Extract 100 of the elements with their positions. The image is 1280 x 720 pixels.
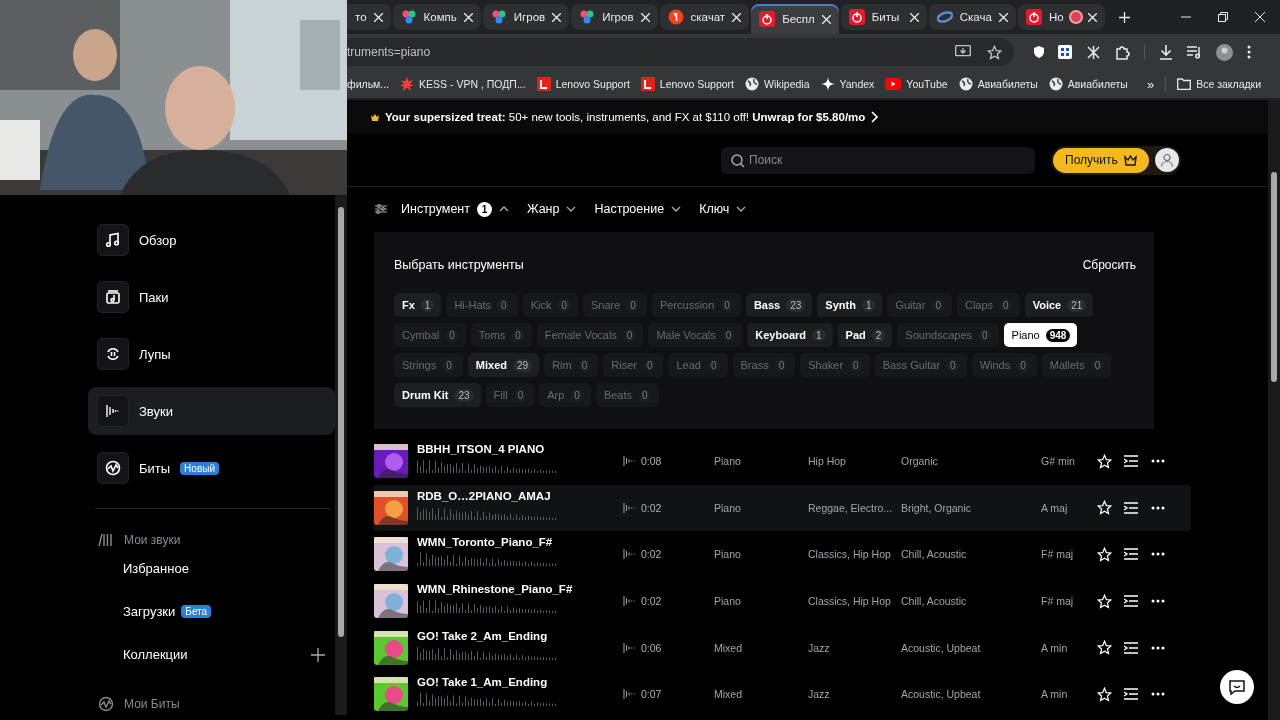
search-field[interactable]: Поиск [721, 146, 1035, 174]
waveform-icon[interactable] [623, 641, 635, 654]
browser-tab[interactable]: Скача [928, 4, 1016, 30]
instrument-chip[interactable]: Mixed 29 [467, 353, 540, 377]
waveform-icon[interactable] [623, 501, 635, 514]
browser-tab[interactable]: Биты [840, 4, 927, 30]
close-icon[interactable] [1255, 12, 1265, 22]
browser-tab[interactable]: Компь [392, 4, 481, 30]
close-icon[interactable] [732, 12, 742, 22]
filter-dropdown[interactable]: Настроение [594, 202, 682, 216]
add-icon[interactable] [311, 647, 325, 662]
queue-icon[interactable] [1124, 595, 1138, 608]
queue-icon[interactable] [1124, 641, 1138, 654]
browser-tab[interactable]: Игров [482, 4, 570, 30]
more-bookmarks-button[interactable]: » [1146, 76, 1155, 92]
section-title[interactable]: Мои звуки [0, 533, 181, 547]
waveform-icon[interactable] [623, 455, 635, 468]
instrument-chip[interactable]: Synth 1 [817, 293, 883, 317]
scrollbar[interactable] [335, 195, 347, 715]
close-icon[interactable] [373, 12, 383, 22]
extension-icon[interactable] [1086, 44, 1101, 60]
bookmark[interactable]: фильм... [347, 78, 390, 90]
sample-name[interactable]: WMN_Toronto_Piano_F# [417, 536, 623, 549]
sample-row[interactable]: GO! Take 1_Am_Ending 0:07 Mixed Jazz Acoustic, Upbeat A min [373, 670, 1191, 718]
queue-icon[interactable] [1124, 501, 1138, 514]
sample-name[interactable]: GO! Take 1_Am_Ending [417, 676, 623, 689]
waveform-icon[interactable] [623, 688, 635, 701]
queue-icon[interactable] [1124, 548, 1138, 561]
section-title[interactable]: Мои Биты [0, 696, 180, 712]
instrument-chip[interactable]: Fx 1 [394, 293, 442, 317]
puzzle-icon[interactable] [1115, 44, 1130, 60]
sample-name[interactable]: BBHH_ITSON_4 PIANO [417, 443, 623, 456]
new-tab-icon[interactable] [1118, 11, 1130, 23]
more-icon[interactable] [1151, 459, 1165, 464]
bookmark[interactable]: Все закладки [1177, 78, 1262, 90]
reset-button[interactable]: Сбросить [1082, 258, 1136, 272]
sidebar-item[interactable]: Паки [88, 273, 335, 321]
filter-dropdown[interactable]: Инструмент 1 [401, 201, 509, 217]
queue-icon[interactable] [1124, 688, 1138, 701]
filter-dropdown[interactable]: Жанр [526, 202, 577, 216]
instrument-chip[interactable]: Piano 948 [1003, 323, 1078, 347]
browser-tab[interactable]: скачат [659, 4, 750, 30]
close-icon[interactable] [821, 14, 831, 24]
shield-icon[interactable] [1034, 46, 1044, 58]
waveform-icon[interactable] [623, 595, 635, 608]
browser-tab[interactable]: Беспл [751, 4, 839, 34]
browser-tab[interactable]: Игров [571, 4, 658, 30]
instrument-chip[interactable]: Keyboard 1 [747, 323, 833, 347]
more-icon[interactable] [1151, 692, 1165, 697]
extension-icon[interactable] [1058, 45, 1072, 59]
bookmark[interactable]: Wikipedia [745, 77, 810, 91]
close-icon[interactable] [463, 12, 473, 22]
queue-icon[interactable] [1124, 455, 1138, 468]
profile-icon[interactable] [1216, 43, 1233, 61]
avatar[interactable] [1154, 148, 1179, 172]
bookmark[interactable]: Yandex [820, 77, 875, 91]
menu-icon[interactable] [1247, 45, 1251, 59]
chat-button[interactable] [1220, 670, 1254, 704]
sample-row[interactable]: WMN_Toronto_Piano_F# 0:02 Piano Classics, Hip Hop Chill, Acoustic F# maj [373, 531, 1191, 578]
chevron-right-icon[interactable] [871, 111, 879, 123]
sample-name[interactable]: RDB_O…2PIANO_AMAJ [417, 489, 623, 502]
instrument-chip[interactable]: Bass 23 [745, 293, 813, 317]
waveform-icon[interactable] [623, 548, 635, 561]
bookmark[interactable]: Авиабилеты [1048, 77, 1128, 91]
sample-row[interactable]: RDB_O…2PIANO_AMAJ 0:02 Piano Reggae, Electro... Bright, Organic A maj [373, 484, 1191, 532]
media-icon[interactable] [1187, 45, 1202, 59]
sample-row[interactable]: GO! Take 2_Am_Ending 0:06 Mixed Jazz Acoustic, Upbeat A min [373, 624, 1191, 671]
bookmark[interactable]: Lenovo Support [536, 77, 630, 91]
more-icon[interactable] [1151, 645, 1165, 650]
sidebar-item[interactable]: Обзор [88, 216, 335, 264]
promo-banner-text[interactable]: Your supersized treat: 50+ new tools, instruments, and FX at $110 off! Unwrap for $5.80/mo [385, 111, 866, 123]
close-icon[interactable] [998, 12, 1008, 22]
sidebar-item[interactable]: Звуки [88, 387, 335, 435]
instrument-chip[interactable]: Voice 21 [1024, 293, 1094, 317]
sample-row[interactable]: BBHH_ITSON_4 PIANO 0:08 Piano Hip Hop Organic G# min [373, 438, 1191, 485]
close-icon[interactable] [1087, 12, 1097, 22]
sample-name[interactable]: GO! Take 2_Am_Ending [417, 629, 623, 642]
scrollbar[interactable] [1268, 100, 1280, 720]
sample-row[interactable]: WMN_Rhinestone_Piano_F# 0:02 Piano Classics, Hip Hop Chill, Acoustic F# maj [373, 577, 1191, 625]
sidebar-item[interactable]: Загрузки Бета [0, 590, 325, 633]
sidebar-item[interactable]: Лупы [88, 330, 335, 378]
sidebar-item[interactable]: Коллекции [0, 633, 325, 676]
browser-tab[interactable]: то [347, 4, 391, 30]
more-icon[interactable] [1151, 505, 1165, 510]
star-icon[interactable] [987, 44, 1002, 60]
more-icon[interactable] [1151, 599, 1165, 604]
browser-tab[interactable]: Но [1017, 4, 1105, 30]
bookmark[interactable]: YouTube [885, 78, 948, 90]
restore-icon[interactable] [1218, 12, 1228, 22]
close-icon[interactable] [552, 12, 562, 22]
install-icon[interactable] [955, 45, 971, 59]
instrument-chip[interactable]: Pad 2 [837, 323, 893, 347]
filter-dropdown[interactable]: Ключ [699, 202, 747, 216]
bookmark[interactable]: Авиабилеты [958, 77, 1038, 91]
close-icon[interactable] [909, 12, 919, 22]
address-bar[interactable]: truments=piano [347, 38, 1014, 66]
sidebar-item[interactable]: Биты Новый [88, 444, 335, 492]
get-button[interactable]: Получить [1053, 147, 1149, 173]
close-icon[interactable] [640, 12, 650, 22]
sample-name[interactable]: WMN_Rhinestone_Piano_F# [417, 583, 623, 596]
